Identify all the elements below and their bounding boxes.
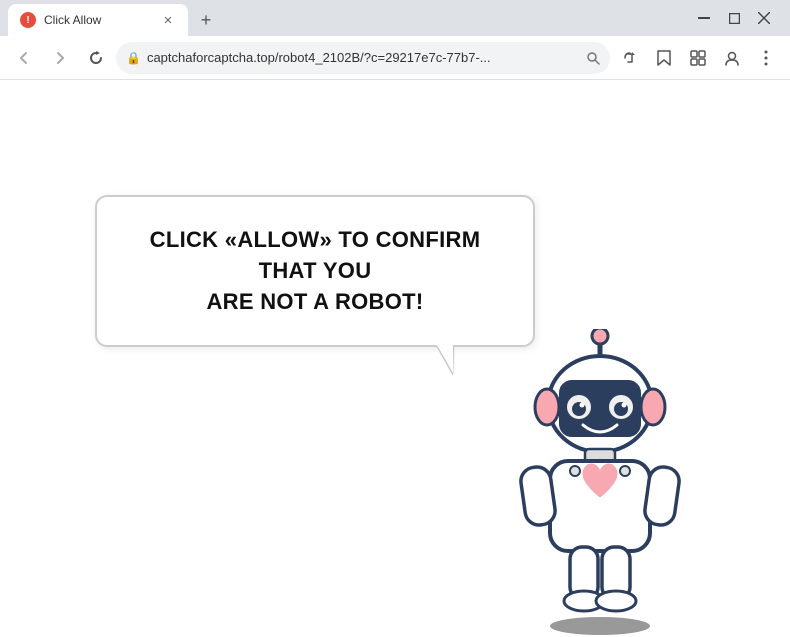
share-button[interactable]: [614, 42, 646, 74]
robot-shadow: [550, 617, 650, 635]
lock-icon: 🔒: [126, 51, 141, 65]
robot-svg: [505, 329, 695, 619]
title-bar: ! Click Allow ✕ +: [0, 0, 790, 36]
toolbar: 🔒 captchaforcaptcha.top/robot4_2102B/?c=…: [0, 36, 790, 80]
extensions-button[interactable]: [682, 42, 714, 74]
search-icon: [586, 51, 600, 65]
tab-strip: ! Click Allow ✕ +: [8, 0, 690, 36]
back-button[interactable]: [8, 42, 40, 74]
bubble-line2: ARE NOT A ROBOT!: [206, 289, 423, 314]
menu-button[interactable]: [750, 42, 782, 74]
window-controls: [690, 4, 782, 32]
reload-button[interactable]: [80, 42, 112, 74]
toolbar-right: [614, 42, 782, 74]
url-display: captchaforcaptcha.top/robot4_2102B/?c=29…: [147, 50, 580, 65]
bookmark-button[interactable]: [648, 42, 680, 74]
speech-bubble: CLICK «ALLOW» TO CONFIRM THAT YOU ARE NO…: [95, 195, 535, 347]
bubble-text: CLICK «ALLOW» TO CONFIRM THAT YOU ARE NO…: [129, 225, 501, 317]
page-content: CLICK «ALLOW» TO CONFIRM THAT YOU ARE NO…: [0, 80, 790, 637]
close-button[interactable]: [750, 4, 778, 32]
profile-button[interactable]: [716, 42, 748, 74]
address-bar[interactable]: 🔒 captchaforcaptcha.top/robot4_2102B/?c=…: [116, 42, 610, 74]
tab-title: Click Allow: [44, 13, 152, 27]
robot-illustration: [490, 327, 710, 637]
minimize-button[interactable]: [690, 4, 718, 32]
browser-window: ! Click Allow ✕ +: [0, 0, 790, 637]
active-tab[interactable]: ! Click Allow ✕: [8, 4, 188, 36]
new-tab-button[interactable]: +: [192, 6, 220, 34]
bubble-line1: CLICK «ALLOW» TO CONFIRM THAT YOU: [150, 227, 481, 283]
tab-close-button[interactable]: ✕: [160, 12, 176, 28]
tab-favicon: !: [20, 12, 36, 28]
forward-button[interactable]: [44, 42, 76, 74]
maximize-button[interactable]: [720, 4, 748, 32]
